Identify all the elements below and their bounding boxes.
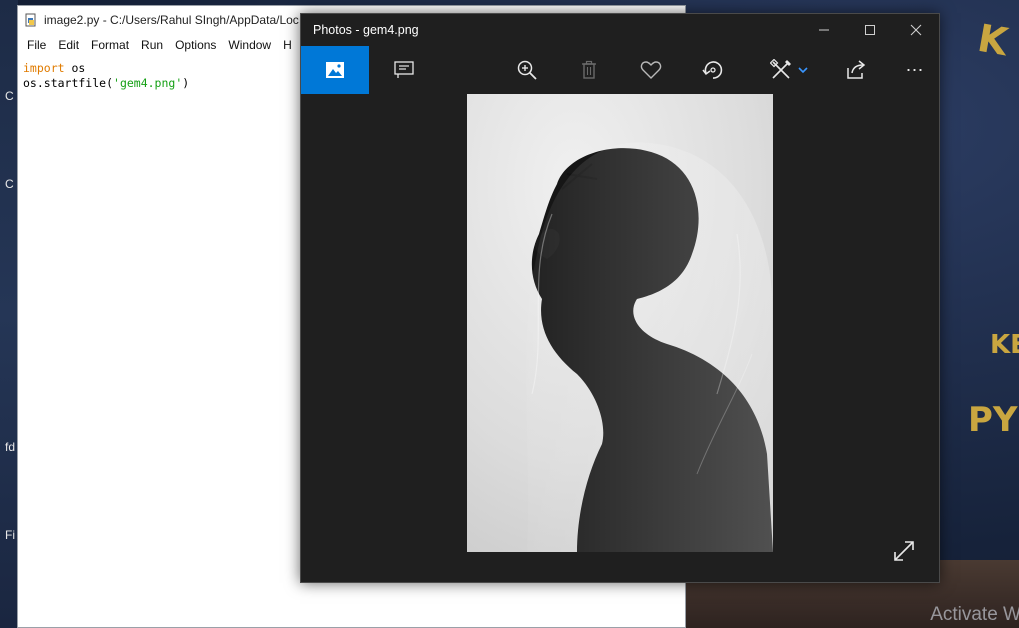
code-text: os (64, 61, 86, 75)
displayed-photo (467, 94, 773, 552)
desktop-deco-letter: KE (990, 330, 1019, 360)
desktop-deco-letter: PY (968, 400, 1018, 440)
code-text: ) (182, 76, 190, 90)
expand-icon (894, 541, 914, 561)
minimize-button[interactable] (801, 14, 847, 46)
close-button[interactable] (893, 14, 939, 46)
menu-options[interactable]: Options (169, 38, 222, 52)
fullscreen-button[interactable] (891, 538, 917, 564)
desktop-icon-strip: C C fd Fi (0, 0, 18, 628)
collection-icon (326, 62, 344, 78)
rotate-button[interactable] (687, 46, 739, 94)
desktop-icon-label[interactable]: C (5, 177, 14, 191)
menu-run[interactable]: Run (135, 38, 169, 52)
maximize-icon (865, 25, 875, 35)
edit-create-button[interactable] (759, 46, 819, 94)
activation-watermark: Activate W (930, 604, 1019, 625)
photo-viewer[interactable] (301, 94, 939, 582)
photos-app-window[interactable]: Photos - gem4.png ⋯ (300, 13, 940, 583)
favorite-button[interactable] (625, 46, 677, 94)
menu-edit[interactable]: Edit (52, 38, 85, 52)
slideshow-icon (394, 61, 414, 78)
desktop-deco-letter: K (974, 15, 1012, 65)
desktop-icon-label[interactable]: fd (5, 440, 15, 454)
code-keyword: import (23, 61, 65, 75)
delete-button[interactable] (563, 46, 615, 94)
python-file-icon (24, 13, 38, 27)
photos-window-title: Photos - gem4.png (313, 23, 419, 37)
photos-titlebar[interactable]: Photos - gem4.png (301, 14, 939, 46)
close-icon (910, 24, 922, 36)
edit-icon (770, 59, 791, 79)
rotate-icon (702, 61, 723, 79)
menu-format[interactable]: Format (85, 38, 135, 52)
more-icon: ⋯ (905, 59, 925, 80)
zoom-button[interactable] (501, 46, 553, 94)
menu-file[interactable]: File (21, 38, 52, 52)
share-button[interactable] (830, 46, 882, 94)
share-icon (847, 60, 866, 79)
menu-help[interactable]: H (277, 38, 298, 52)
desktop-icon-label[interactable]: Fi (5, 528, 15, 542)
delete-icon (582, 60, 596, 79)
maximize-button[interactable] (847, 14, 893, 46)
idle-window-title: image2.py - C:/Users/Rahul SIngh/AppData… (44, 12, 299, 27)
slideshow-button[interactable] (378, 46, 430, 94)
collection-button[interactable] (301, 46, 369, 94)
zoom-icon (517, 60, 537, 80)
code-text: os.startfile( (23, 76, 114, 90)
menu-window[interactable]: Window (222, 38, 277, 52)
code-string: 'gem4.png' (113, 76, 183, 90)
minimize-icon (819, 29, 829, 31)
desktop-icon-label[interactable]: C (5, 89, 14, 103)
more-options-button[interactable]: ⋯ (889, 46, 941, 94)
chevron-down-icon (798, 67, 808, 74)
favorite-icon (640, 61, 662, 79)
photos-toolbar: ⋯ (301, 46, 939, 94)
